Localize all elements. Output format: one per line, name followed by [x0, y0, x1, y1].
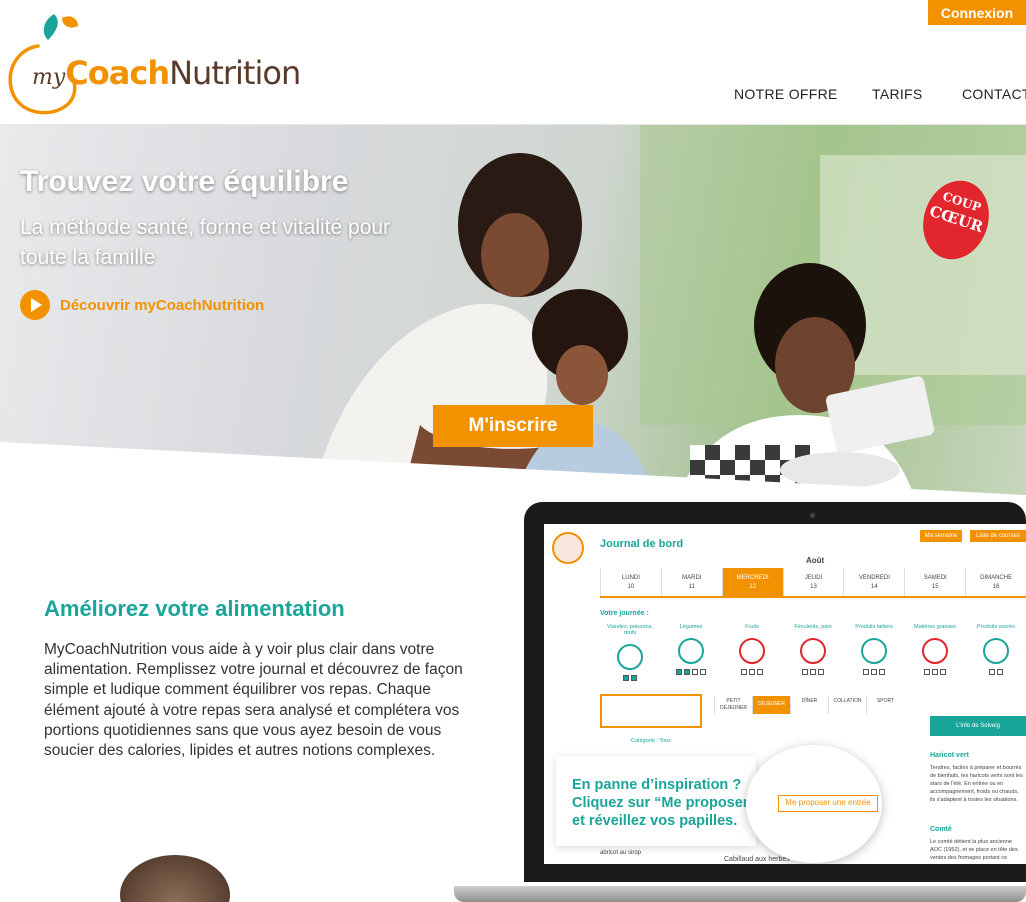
day-tab[interactable]: MARDI 11 — [660, 568, 722, 596]
food-label: Fruits — [745, 624, 759, 630]
info-food-name: Haricot vert — [930, 752, 969, 759]
food-label: Légumes — [679, 624, 703, 630]
food-list-item[interactable]: abricot au sirop — [600, 850, 641, 856]
day-name: DIMANCHE — [980, 575, 1013, 581]
day-num: 11 — [688, 584, 695, 590]
info-food-text: Tendres, faciles à préparer et bourrés d… — [930, 765, 1023, 803]
fruit-icon — [739, 638, 765, 664]
portion-boxes — [966, 669, 1026, 675]
category-select[interactable]: Catégorie : Tous — [600, 738, 702, 744]
callout-text: En panne d’inspiration ? Cliquez sur “Me… — [572, 776, 767, 830]
meal-tabs: PETIT DÉJEUNER DÉJEUNER DÎNER COLLATION … — [714, 696, 904, 714]
day-num: 12 — [749, 584, 756, 590]
plate-icon — [617, 644, 643, 670]
food-groups: Viandes, poissons, œufs Légumes Fruits F… — [600, 624, 1026, 681]
coach-avatar — [552, 532, 584, 564]
callout-line1: En panne d’inspiration ? — [572, 777, 742, 793]
bottom-photo — [120, 855, 230, 902]
food-group: Produits sucrés — [966, 624, 1026, 681]
discover-link[interactable]: Découvrir myCoachNutrition — [20, 290, 264, 320]
day-name: MERCREDI — [736, 575, 769, 581]
info-panel-header: L'info de Solveig — [930, 716, 1026, 736]
day-num: 14 — [871, 584, 878, 590]
app-month: Août — [806, 556, 825, 565]
liste-courses-button[interactable]: Liste de courses — [970, 530, 1026, 542]
day-name: SAMEDI — [923, 575, 947, 581]
food-group: Féculents, pain — [783, 624, 843, 681]
day-name: MARDI — [682, 575, 702, 581]
nav-contact[interactable]: CONTACT — [962, 86, 1026, 102]
food-label: Produits sucrés — [977, 624, 1015, 630]
oil-icon — [922, 638, 948, 664]
discover-label: Découvrir myCoachNutrition — [60, 296, 265, 314]
food-group: Produits laitiers — [844, 624, 904, 681]
camera-dot — [810, 513, 815, 518]
logo-coach: Coach — [65, 54, 170, 92]
portion-boxes — [783, 669, 843, 675]
logo-my: my — [32, 65, 66, 90]
laptop-base — [454, 886, 1026, 902]
meal-tab[interactable]: COLLATION — [828, 696, 866, 714]
day-name: VENDREDI — [858, 575, 890, 581]
connexion-button[interactable]: Connexion — [928, 0, 1026, 25]
day-name: JEUDI — [804, 575, 823, 581]
day-tab[interactable]: LUNDI 10 — [600, 568, 661, 596]
day-num: 15 — [931, 584, 939, 590]
food-label: Viandes, poissons, œufs — [606, 624, 654, 636]
day-name: LUNDI — [621, 575, 640, 581]
nav-tarifs[interactable]: TARIFS — [872, 86, 923, 102]
section-title: Améliorez votre alimentation — [44, 596, 345, 621]
day-tab[interactable]: SAMEDI 15 — [904, 568, 965, 596]
hero-subtitle: La méthode santé, forme et vitalité pour… — [20, 216, 391, 269]
inspiration-callout: En panne d’inspiration ? Cliquez sur “Me… — [556, 756, 767, 846]
days-bar: LUNDI 10 MARDI 11 MERCREDI 12 JEUDI 13 VENDR… — [600, 568, 1026, 598]
food-group: Fruits — [722, 624, 782, 681]
ma-semaine-button[interactable]: Ma semaine — [920, 530, 962, 542]
portion-boxes — [661, 669, 721, 675]
dairy-icon — [861, 638, 887, 664]
portion-boxes — [722, 669, 782, 675]
logo[interactable]: myCoachNutrition — [4, 6, 301, 118]
day-tab[interactable]: VENDREDI 14 — [843, 568, 904, 596]
day-tab[interactable]: JEUDI 13 — [782, 568, 844, 596]
signup-button[interactable]: M'inscrire — [433, 405, 593, 447]
logo-nutrition: Nutrition — [169, 54, 301, 92]
day-tab-active[interactable]: MERCREDI 12 — [721, 568, 783, 596]
food-label: Produits laitiers — [855, 624, 893, 630]
nav-notre-offre[interactable]: NOTRE OFFRE — [734, 86, 838, 102]
meal-tab[interactable]: PETIT DÉJEUNER — [714, 696, 752, 714]
day-num: 10 — [627, 584, 635, 590]
meal-tab[interactable]: SPORT — [866, 696, 904, 714]
me-proposer-button[interactable]: Me proposer une entrée — [778, 795, 878, 812]
sugar-icon — [983, 638, 1009, 664]
day-num: 13 — [810, 584, 817, 590]
portion-boxes — [905, 669, 965, 675]
hero-title: Trouvez votre équilibre — [20, 165, 349, 198]
bread-icon — [800, 638, 826, 664]
info-food-name: Comté — [930, 826, 952, 833]
food-group: Légumes — [661, 624, 721, 681]
day-tab[interactable]: DIMANCHE 16 — [965, 568, 1026, 596]
food-label: Matières grasses — [914, 624, 956, 630]
site-header: myCoachNutrition Connexion NOTRE OFFRE T… — [0, 0, 1026, 125]
callout-line3: et réveillez vos papilles. — [572, 813, 738, 829]
food-group: Viandes, poissons, œufs — [600, 624, 660, 681]
journee-label: Votre journée : — [600, 610, 649, 617]
section-body: MyCoachNutrition vous aide à y voir plus… — [44, 641, 463, 760]
day-num: 16 — [992, 584, 1000, 590]
info-food-text: Le comté détient la plus ancienne AOC (1… — [930, 839, 1018, 861]
vegetable-icon — [678, 638, 704, 664]
portion-boxes — [844, 669, 904, 675]
app-title: Journal de bord — [600, 538, 684, 550]
meal-tab[interactable]: DÎNER — [790, 696, 828, 714]
meal-item[interactable]: Cabillaud aux herbes — [724, 856, 790, 863]
callout-line2: Cliquez sur “Me proposer...” — [572, 795, 767, 811]
portion-boxes — [600, 675, 660, 681]
food-label: Féculents, pain — [794, 624, 832, 630]
food-search-input[interactable] — [600, 694, 702, 728]
play-icon — [20, 290, 50, 320]
logo-wordmark: myCoachNutrition — [32, 54, 301, 92]
food-group: Matières grasses — [905, 624, 965, 681]
meal-tab-active[interactable]: DÉJEUNER — [752, 696, 790, 714]
